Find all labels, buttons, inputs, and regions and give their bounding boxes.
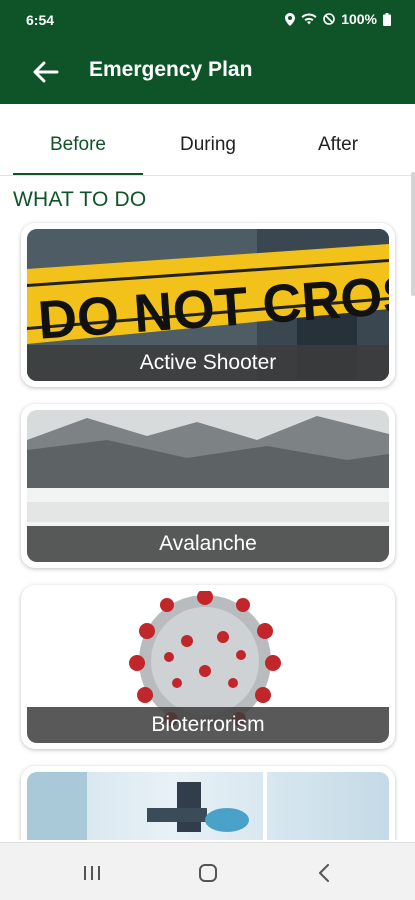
- card-image: [27, 772, 389, 840]
- card-label: Avalanche: [27, 526, 389, 562]
- card-label: Bioterrorism: [27, 707, 389, 743]
- card-partial[interactable]: [21, 766, 395, 840]
- card-list: DO NOT CROSS POLI Active Shooter Avalanc…: [0, 0, 415, 840]
- back-nav-button[interactable]: [304, 859, 344, 887]
- chevron-left-icon: [319, 864, 329, 882]
- card-image: DO NOT CROSS POLI Active Shooter: [27, 229, 389, 381]
- card-avalanche[interactable]: Avalanche: [21, 404, 395, 568]
- recent-apps-button[interactable]: [72, 859, 112, 887]
- recent-apps-icon: [84, 866, 100, 880]
- card-bioterrorism[interactable]: Bioterrorism: [21, 585, 395, 749]
- card-active-shooter[interactable]: DO NOT CROSS POLI Active Shooter: [21, 223, 395, 387]
- home-button[interactable]: [188, 859, 228, 887]
- system-nav-bar: [0, 842, 415, 900]
- card-label: Active Shooter: [27, 345, 389, 381]
- card-image: Bioterrorism: [27, 591, 389, 743]
- card-image: Avalanche: [27, 410, 389, 562]
- home-icon: [199, 864, 217, 882]
